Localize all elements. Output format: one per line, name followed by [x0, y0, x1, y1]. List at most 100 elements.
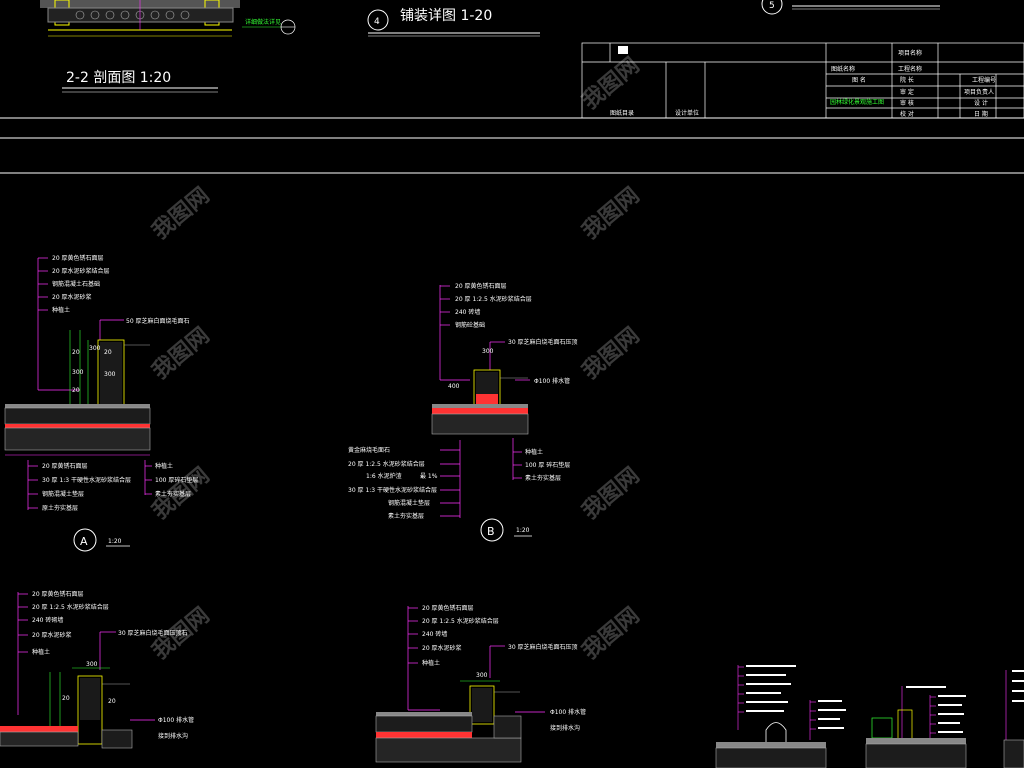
note: 素土夯实基层: [388, 512, 424, 520]
note: 20 厚黄色锈石面层: [52, 254, 104, 262]
logo-icon: [618, 46, 628, 54]
note: 20 厚 1:2.5 水泥砂浆结合层: [422, 617, 499, 625]
note: 20 厚 1:2.5 水泥砂浆结合层: [455, 295, 532, 303]
watermark: 我图网: [148, 323, 215, 385]
cad-drawing-canvas: 我图网 我图网 我图网 我图网 我图网 我图网 我图网 我图网 我图网 详细做法…: [0, 0, 1024, 768]
base-layer: [4, 427, 151, 451]
detail-b: 20 厚黄色锈石面层 20 厚 1:2.5 水泥砂浆结合层 240 砖墙 钢筋砼…: [348, 282, 578, 542]
note: 20 厚水泥砂浆: [32, 631, 72, 639]
tb-c3: 审 定: [900, 88, 914, 96]
note: 240 砖墙: [455, 308, 480, 316]
watermark: 我图网: [578, 463, 645, 525]
note: 30 厚芝麻白烧毛面压顶石: [118, 629, 188, 637]
note: 种植土: [52, 306, 70, 314]
note: 100 厚碎石垫层: [155, 476, 198, 484]
tb-small2: 设计单位: [675, 109, 699, 117]
dim: 20: [72, 387, 80, 394]
dim: 300: [482, 348, 494, 355]
dim: 400: [448, 383, 460, 390]
detail5-num: 5: [769, 1, 775, 11]
tb-c9: 日 期: [974, 110, 988, 118]
tb-c2: 院 长: [900, 76, 914, 84]
dim: 20: [104, 349, 112, 356]
mortar-layer: [376, 732, 472, 738]
note: 20 厚水泥砂浆结合层: [52, 267, 110, 275]
note: 钢筋混凝土垫层: [388, 499, 430, 507]
base-layer: [375, 737, 522, 763]
dim: 20: [108, 698, 116, 705]
detail-e-small: [715, 665, 846, 768]
note: 钢筋混凝土石基础: [52, 280, 100, 288]
note: 钢筋混凝土垫层: [42, 490, 84, 498]
paving-detail-label: 铺装详图 1-20: [400, 8, 492, 24]
detail-label: B: [487, 525, 495, 538]
note: Φ100 排水管: [550, 708, 586, 716]
note: 20 厚 1:2.5 水泥砂浆结合层: [32, 603, 109, 611]
note: Φ100 排水管: [534, 377, 570, 385]
detail-scale: 1:20: [108, 538, 122, 545]
note: 240 砖砌墙: [32, 616, 63, 624]
watermark-layer: 我图网 我图网 我图网 我图网 我图网 我图网 我图网 我图网 我图网: [148, 53, 645, 665]
tb-project-label: 项目名称: [898, 49, 922, 57]
gravel-layer: [101, 729, 133, 749]
note: 黄金麻烧毛面石: [348, 446, 390, 454]
note: 素土夯实基层: [525, 474, 561, 482]
watermark: 我图网: [578, 323, 645, 385]
tb-green-text: 园林绿化景观施工图: [830, 98, 884, 106]
note: 50 厚芝麻白面烧毛面石: [126, 317, 190, 325]
note: 种植土: [32, 648, 50, 656]
top-note: 详细做法详见: [245, 18, 281, 26]
detail-f-small: [865, 670, 1024, 768]
dim: 300: [476, 672, 488, 679]
detail-d: 20 厚黄色锈石面层 20 厚 1:2.5 水泥砂浆结合层 240 砖墙 20 …: [375, 604, 586, 763]
paving-detail-title: 4 铺装详图 1-20: [367, 8, 540, 37]
tb-drawing-name: 图纸名称: [831, 65, 855, 73]
dim: 20: [62, 695, 70, 702]
note: 1:6 水泥炉渣: [366, 472, 402, 480]
note: 100 厚 碎石垫层: [525, 461, 570, 469]
mortar-layer: [432, 408, 528, 414]
dim: 20: [72, 349, 80, 356]
dim: 最 1%: [420, 473, 438, 480]
paving-layer: [432, 404, 528, 408]
note: 接到排水沟: [158, 732, 188, 740]
base-layer: [0, 731, 79, 747]
note: 种植土: [155, 462, 173, 470]
tb-c5: 校 对: [900, 110, 914, 118]
dim: 300: [72, 369, 84, 376]
gravel-layer: [375, 715, 473, 733]
mortar-layer: [0, 726, 78, 732]
watermark: 我图网: [148, 183, 215, 245]
note: 20 厚黄色锈石面层: [422, 604, 474, 612]
tb-c4: 审 核: [900, 99, 914, 107]
gravel-layer: [4, 407, 151, 425]
note: 钢筋砼基础: [455, 321, 485, 329]
title-block: [581, 42, 1024, 119]
note: 20 厚水泥砂浆: [52, 293, 92, 301]
note: 20 厚黄锈石面层: [42, 462, 88, 470]
note: Φ100 排水管: [158, 716, 194, 724]
tb-c7: 项目负责人: [964, 88, 994, 96]
note: 种植土: [422, 659, 440, 667]
note: 30 厚芝麻白烧毛面石压顶: [508, 643, 578, 651]
wall: [897, 709, 913, 741]
tb-c1: 图 名: [852, 76, 866, 84]
section-22-title: 2-2 剖面图 1:20: [66, 70, 171, 86]
paving-layer: [376, 712, 472, 716]
note: 接到排水沟: [550, 724, 580, 732]
detail-c: 20 厚黄色锈石面层 20 厚 1:2.5 水泥砂浆结合层 240 砖砌墙 20…: [0, 590, 194, 749]
paving-detail-num: 4: [374, 17, 380, 27]
watermark: 我图网: [578, 183, 645, 245]
note: 素土夯实基层: [155, 490, 191, 498]
detail-label: A: [80, 535, 88, 548]
section-22-fragment: 详细做法详见 2-2 剖面图 1:20: [40, 0, 296, 93]
base-layer: [431, 413, 529, 435]
note: 20 厚黄色锈石面层: [455, 282, 507, 290]
tb-small1: 图纸目录: [610, 109, 634, 117]
note: 20 厚黄色锈石面层: [32, 590, 84, 598]
note: 240 砖墙: [422, 630, 447, 638]
detail-scale: 1:20: [516, 527, 530, 534]
gravel-layer: [493, 715, 522, 739]
mortar-layer: [5, 424, 150, 428]
note: 30 厚 1:3 干硬性水泥砂浆结合层: [42, 476, 131, 484]
